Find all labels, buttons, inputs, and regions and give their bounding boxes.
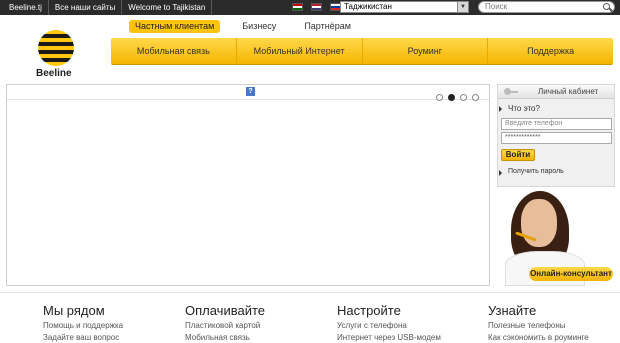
nav-support[interactable]: Поддержка — [488, 38, 613, 64]
login-submit-button[interactable]: Войти — [501, 149, 535, 161]
slider-dot[interactable] — [472, 94, 479, 101]
main-nav: Мобильная связь Мобильный Интернет Роуми… — [111, 38, 613, 65]
footer-link[interactable]: Полезные телефоны — [488, 320, 618, 332]
top-bar: Beeline.tj Все наши сайты Welcome to Taj… — [0, 0, 620, 15]
top-link-welcome[interactable]: Welcome to Tajikistan — [122, 0, 213, 15]
login-header: Личный кабинет — [498, 85, 614, 99]
footer-column-title: Настройте — [337, 303, 401, 318]
footer-column-setup: Настройте Услуги с телефона Интернет чер… — [337, 303, 467, 343]
footer-link[interactable]: Как сэкономить в роуминге — [488, 332, 618, 343]
tab-partners[interactable]: Партнёрам — [298, 20, 357, 33]
footer-column-pay: Оплачивайте Пластиковой картой Мобильная… — [185, 303, 315, 343]
password-mask: ************* — [505, 134, 541, 141]
login-panel: Личный кабинет Что это? Введите телефон … — [497, 84, 615, 187]
what-is-it-link[interactable]: Что это? — [508, 104, 540, 113]
logo-text: Beeline — [36, 68, 72, 79]
slider-dot[interactable] — [460, 94, 467, 101]
tab-business[interactable]: Бизнесу — [236, 20, 282, 33]
get-password-link[interactable]: Получить пароль — [508, 168, 564, 175]
banner-slider[interactable]: ? — [6, 84, 490, 286]
search-input[interactable]: Поиск — [478, 1, 615, 13]
chevron-down-icon: ▼ — [457, 2, 468, 12]
slider-dots — [436, 94, 479, 101]
arrow-right-icon — [499, 106, 502, 112]
footer-column-nearby: Мы рядом Помощь и поддержка Задайте ваш … — [43, 303, 173, 343]
nav-mobile-internet[interactable]: Мобильный Интернет — [237, 38, 363, 64]
page: Beeline.tj Все наши сайты Welcome to Taj… — [0, 0, 620, 343]
footer-link[interactable]: Услуги с телефона — [337, 320, 467, 332]
password-input[interactable]: ************* — [501, 132, 612, 144]
country-select-value: Таджикистан — [344, 2, 392, 11]
country-select[interactable]: Таджикистан ▼ — [340, 1, 469, 13]
phone-placeholder: Введите телефон — [505, 120, 563, 127]
footer-divider — [0, 292, 620, 293]
online-consultant[interactable]: Онлайн-консультант — [497, 191, 615, 286]
arrow-right-icon — [499, 170, 502, 176]
footer-link[interactable]: Интернет через USB-модем — [337, 332, 467, 343]
slider-dot-active[interactable] — [448, 94, 455, 101]
footer-column-title: Оплачивайте — [185, 303, 266, 318]
key-icon — [504, 88, 518, 95]
footer-link[interactable]: Задайте ваш вопрос — [43, 332, 173, 343]
flag-english-icon[interactable] — [311, 3, 322, 11]
footer-link[interactable]: Пластиковой картой — [185, 320, 315, 332]
tab-private-clients[interactable]: Частным клиентам — [129, 20, 221, 33]
search-icon[interactable] — [603, 3, 610, 10]
segment-tabs: Частным клиентам Бизнесу Партнёрам — [129, 20, 373, 33]
nav-roaming[interactable]: Роуминг — [363, 38, 489, 64]
language-flags — [292, 3, 341, 11]
online-consultant-button[interactable]: Онлайн-консультант — [529, 267, 613, 281]
phone-input[interactable]: Введите телефон — [501, 118, 612, 130]
top-link-beeline[interactable]: Beeline.tj — [0, 0, 49, 15]
flag-tajik-icon[interactable] — [292, 3, 303, 11]
footer-link[interactable]: Помощь и поддержка — [43, 320, 173, 332]
footer-column-title: Узнайте — [488, 303, 537, 318]
top-links: Beeline.tj Все наши сайты Welcome to Taj… — [0, 0, 213, 15]
nav-mobile[interactable]: Мобильная связь — [111, 38, 237, 64]
top-link-all-sites[interactable]: Все наши сайты — [49, 0, 123, 15]
login-title: Личный кабинет — [538, 87, 599, 96]
search-placeholder: Поиск — [485, 2, 508, 11]
footer-column-title: Мы рядом — [43, 303, 105, 318]
help-icon[interactable]: ? — [246, 87, 255, 96]
banner-top-strip: ? — [7, 85, 489, 100]
consultant-face — [521, 199, 557, 247]
footer-link[interactable]: Мобильная связь — [185, 332, 315, 343]
footer-column-learn: Узнайте Полезные телефоны Как сэкономить… — [488, 303, 618, 343]
beeline-logo-icon[interactable] — [38, 30, 74, 66]
slider-dot[interactable] — [436, 94, 443, 101]
